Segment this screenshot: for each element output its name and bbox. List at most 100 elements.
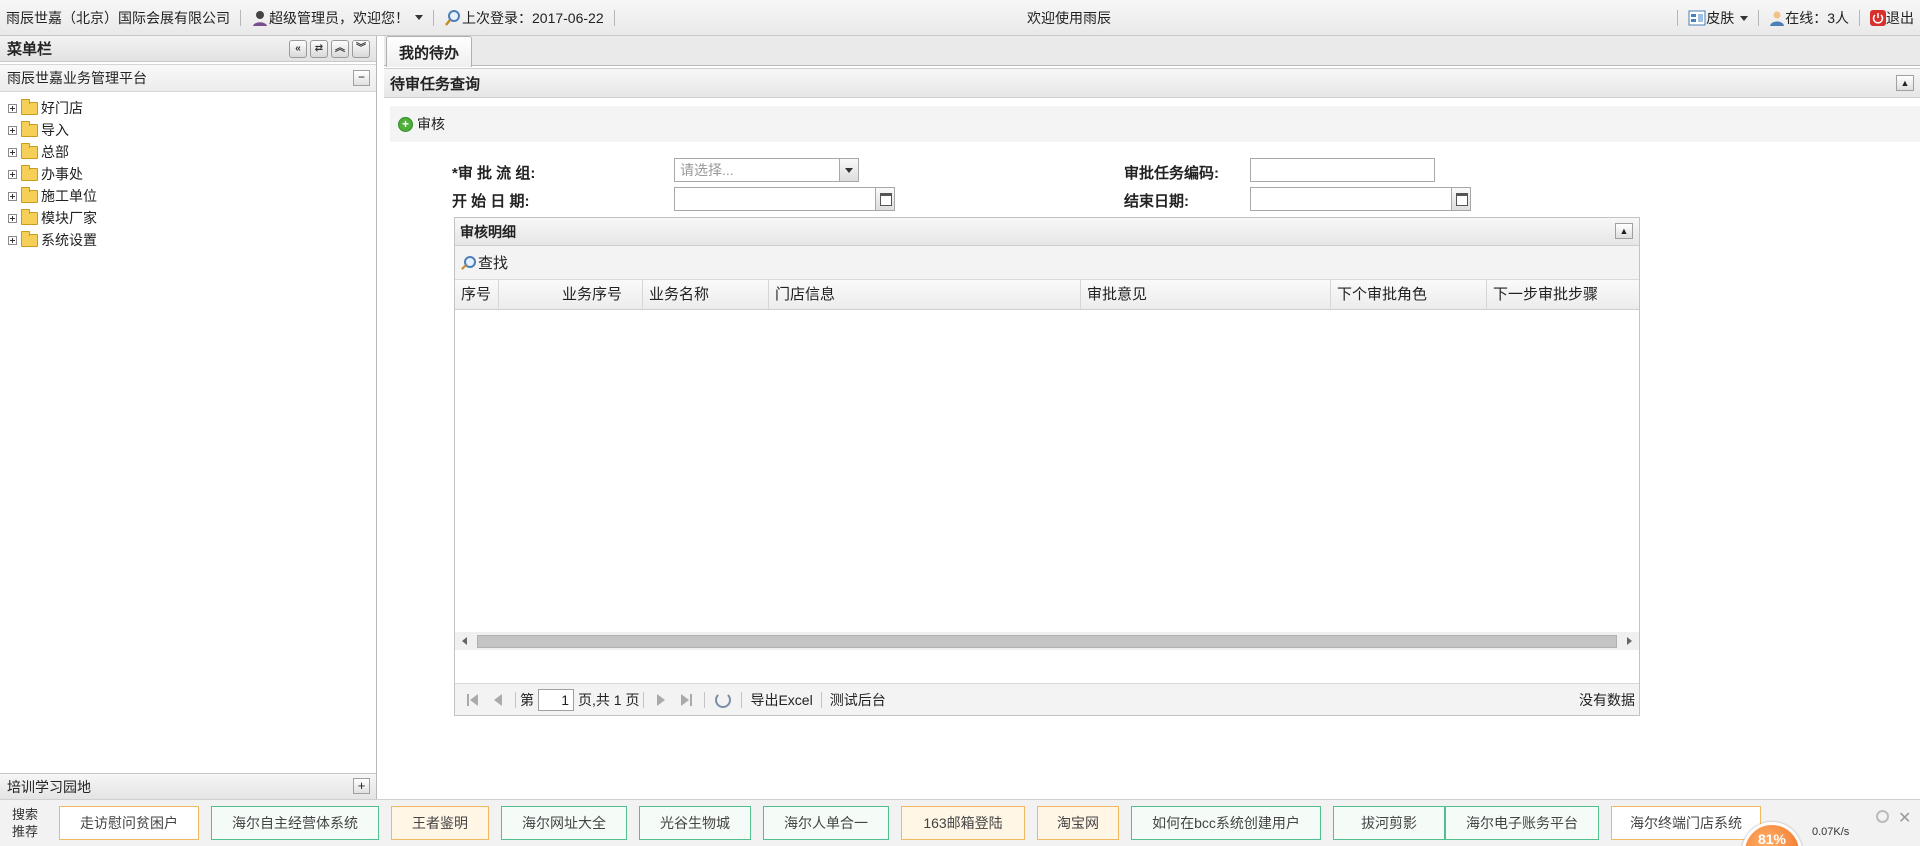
collapse-all-icon[interactable]: ︾ (352, 40, 370, 58)
recommend-link[interactable]: 163邮箱登陆 (901, 806, 1025, 840)
scroll-right-icon[interactable] (1627, 637, 1632, 645)
search-recommend-bar: 搜索 推荐 走访慰问贫困户 海尔自主经营体系统 王者鉴明 海尔网址大全 光谷生物… (0, 799, 1920, 846)
expand-icon[interactable] (8, 213, 17, 223)
export-excel-button[interactable]: 导出Excel (750, 690, 812, 710)
detail-toolbar: 查找 (455, 246, 1639, 280)
divider (643, 691, 645, 708)
sidebar-item-module-vendor[interactable]: 模块厂家 (0, 207, 376, 229)
recommend-link[interactable]: 海尔网址大全 (501, 806, 627, 840)
detail-header: 审核明细 ▲ (455, 218, 1639, 246)
recommend-link[interactable]: 海尔人单合一 (763, 806, 889, 840)
column-header[interactable]: 审批意见 (1081, 280, 1331, 310)
swap-icon[interactable]: ⇄ (310, 40, 328, 58)
divider (1758, 10, 1760, 26)
folder-icon (21, 186, 38, 203)
collapse-up-icon[interactable]: ▲ (1615, 223, 1633, 239)
expand-icon[interactable] (8, 235, 17, 245)
company-name: 雨辰世嘉（北京）国际会展有限公司 (6, 9, 230, 26)
recommend-link[interactable]: 海尔自主经营体系统 (211, 806, 379, 840)
top-right-controls: 皮肤 在线：3人 退出 (1673, 0, 1920, 36)
person-icon (1770, 11, 1785, 26)
sidebar-header: 菜单栏 « ⇄ ︽ ︾ (0, 36, 376, 62)
sidebar-item-import[interactable]: 导入 (0, 119, 376, 141)
recommend-link[interactable]: 淘宝网 (1037, 806, 1119, 840)
start-date-label: 开 始 日 期: (452, 193, 530, 210)
skin-menu[interactable]: 皮肤 (1682, 0, 1754, 36)
expand-all-icon[interactable]: ︽ (331, 40, 349, 58)
horizontal-scrollbar[interactable] (455, 632, 1639, 650)
main-content: 我的待办 待审任务查询 ▲ + 审核 *审 批 流 组: 请选择... 审批任务… (384, 36, 1920, 799)
gear-icon[interactable] (1876, 810, 1889, 823)
chevron-down-icon[interactable] (839, 159, 858, 181)
expand-icon[interactable] (8, 169, 17, 179)
close-icon[interactable]: ✕ (1898, 808, 1911, 828)
divider (1859, 10, 1860, 26)
training-header[interactable]: 培训学习园地 + (0, 773, 376, 799)
divider (1677, 10, 1679, 26)
pending-tasks-header: 待审任务查询 ▲ (384, 68, 1920, 98)
scrollbar-thumb[interactable] (477, 635, 1617, 648)
recommend-link[interactable]: 海尔电子账务平台 (1445, 806, 1599, 840)
task-code-label: 审批任务编码: (1124, 165, 1219, 182)
prev-page-icon[interactable] (491, 693, 505, 707)
sidebar: 菜单栏 « ⇄ ︽ ︾ 雨辰世嘉业务管理平台 − 好门店 导入 总部 办事处 施… (0, 36, 377, 799)
chevron-down-icon (1740, 15, 1749, 21)
calendar-icon[interactable] (875, 188, 894, 210)
test-backend-button[interactable]: 测试后台 (830, 690, 886, 710)
recommend-link[interactable]: 走访慰问贫困户 (59, 806, 199, 840)
expand-icon[interactable] (8, 125, 17, 135)
online-count[interactable]: 在线：3人 (1763, 0, 1855, 36)
user-menu[interactable]: 超级管理员，欢迎您！ (245, 0, 429, 35)
column-header[interactable]: 门店信息 (769, 280, 1081, 310)
sidebar-item-construction[interactable]: 施工单位 (0, 185, 376, 207)
sidebar-item-haomendian[interactable]: 好门店 (0, 97, 376, 119)
search-button[interactable]: 查找 (461, 252, 508, 273)
tab-strip: 我的待办 (384, 36, 1920, 67)
review-button[interactable]: + 审核 (398, 114, 445, 134)
expand-icon[interactable] (8, 147, 17, 157)
next-page-icon[interactable] (654, 693, 668, 707)
column-header[interactable]: 业务序号 (499, 280, 643, 310)
logout-button[interactable]: 退出 (1864, 0, 1920, 36)
network-speed: 0.07K/s (1812, 826, 1850, 838)
folder-icon (21, 208, 38, 225)
last-page-icon[interactable] (680, 693, 694, 707)
grid-body (455, 310, 1639, 650)
recommend-link[interactable]: 海尔终端门店系统 (1611, 806, 1761, 840)
minus-icon[interactable]: − (353, 70, 370, 86)
expand-icon[interactable] (8, 191, 17, 201)
page-number-input[interactable]: 1 (538, 688, 574, 711)
column-header[interactable]: 下一步审批步骤 (1487, 280, 1639, 310)
pager: 第 1 页,共 1 页 导出Excel 测试后台 没有数据 (455, 683, 1639, 715)
plus-icon[interactable]: + (353, 778, 370, 794)
end-date-input[interactable] (1250, 187, 1471, 211)
sidebar-item-office[interactable]: 办事处 (0, 163, 376, 185)
expand-icon[interactable] (8, 103, 17, 113)
start-date-input[interactable] (674, 187, 895, 211)
divider (433, 9, 434, 26)
flow-group-select[interactable]: 请选择... (674, 158, 859, 182)
calendar-icon[interactable] (1451, 188, 1470, 210)
task-code-input[interactable] (1250, 158, 1435, 182)
column-header[interactable]: 下个审批角色 (1331, 280, 1487, 310)
recommend-link[interactable]: 王者鉴明 (391, 806, 489, 840)
end-date-label: 结束日期: (1124, 193, 1189, 210)
collapse-up-icon[interactable]: ▲ (1896, 75, 1914, 91)
column-header[interactable]: 业务名称 (643, 280, 769, 310)
search-icon (461, 255, 476, 270)
refresh-icon[interactable] (715, 691, 732, 708)
collapse-left-icon[interactable]: « (289, 40, 307, 58)
first-page-icon[interactable] (465, 693, 479, 707)
divider (240, 9, 241, 26)
sidebar-item-headquarters[interactable]: 总部 (0, 141, 376, 163)
scroll-left-icon[interactable] (462, 637, 467, 645)
column-header[interactable]: 序号 (455, 280, 499, 310)
platform-header[interactable]: 雨辰世嘉业务管理平台 − (0, 64, 376, 92)
skin-icon (1688, 10, 1706, 26)
recommend-link[interactable]: 如何在bcc系统创建用户 (1131, 806, 1321, 840)
recommend-link[interactable]: 拔河剪影 (1333, 806, 1445, 840)
last-login: 上次登录：2017-06-22 (438, 0, 610, 35)
recommend-link[interactable]: 光谷生物城 (639, 806, 751, 840)
sidebar-item-settings[interactable]: 系统设置 (0, 229, 376, 251)
tab-my-todo[interactable]: 我的待办 (386, 36, 472, 67)
